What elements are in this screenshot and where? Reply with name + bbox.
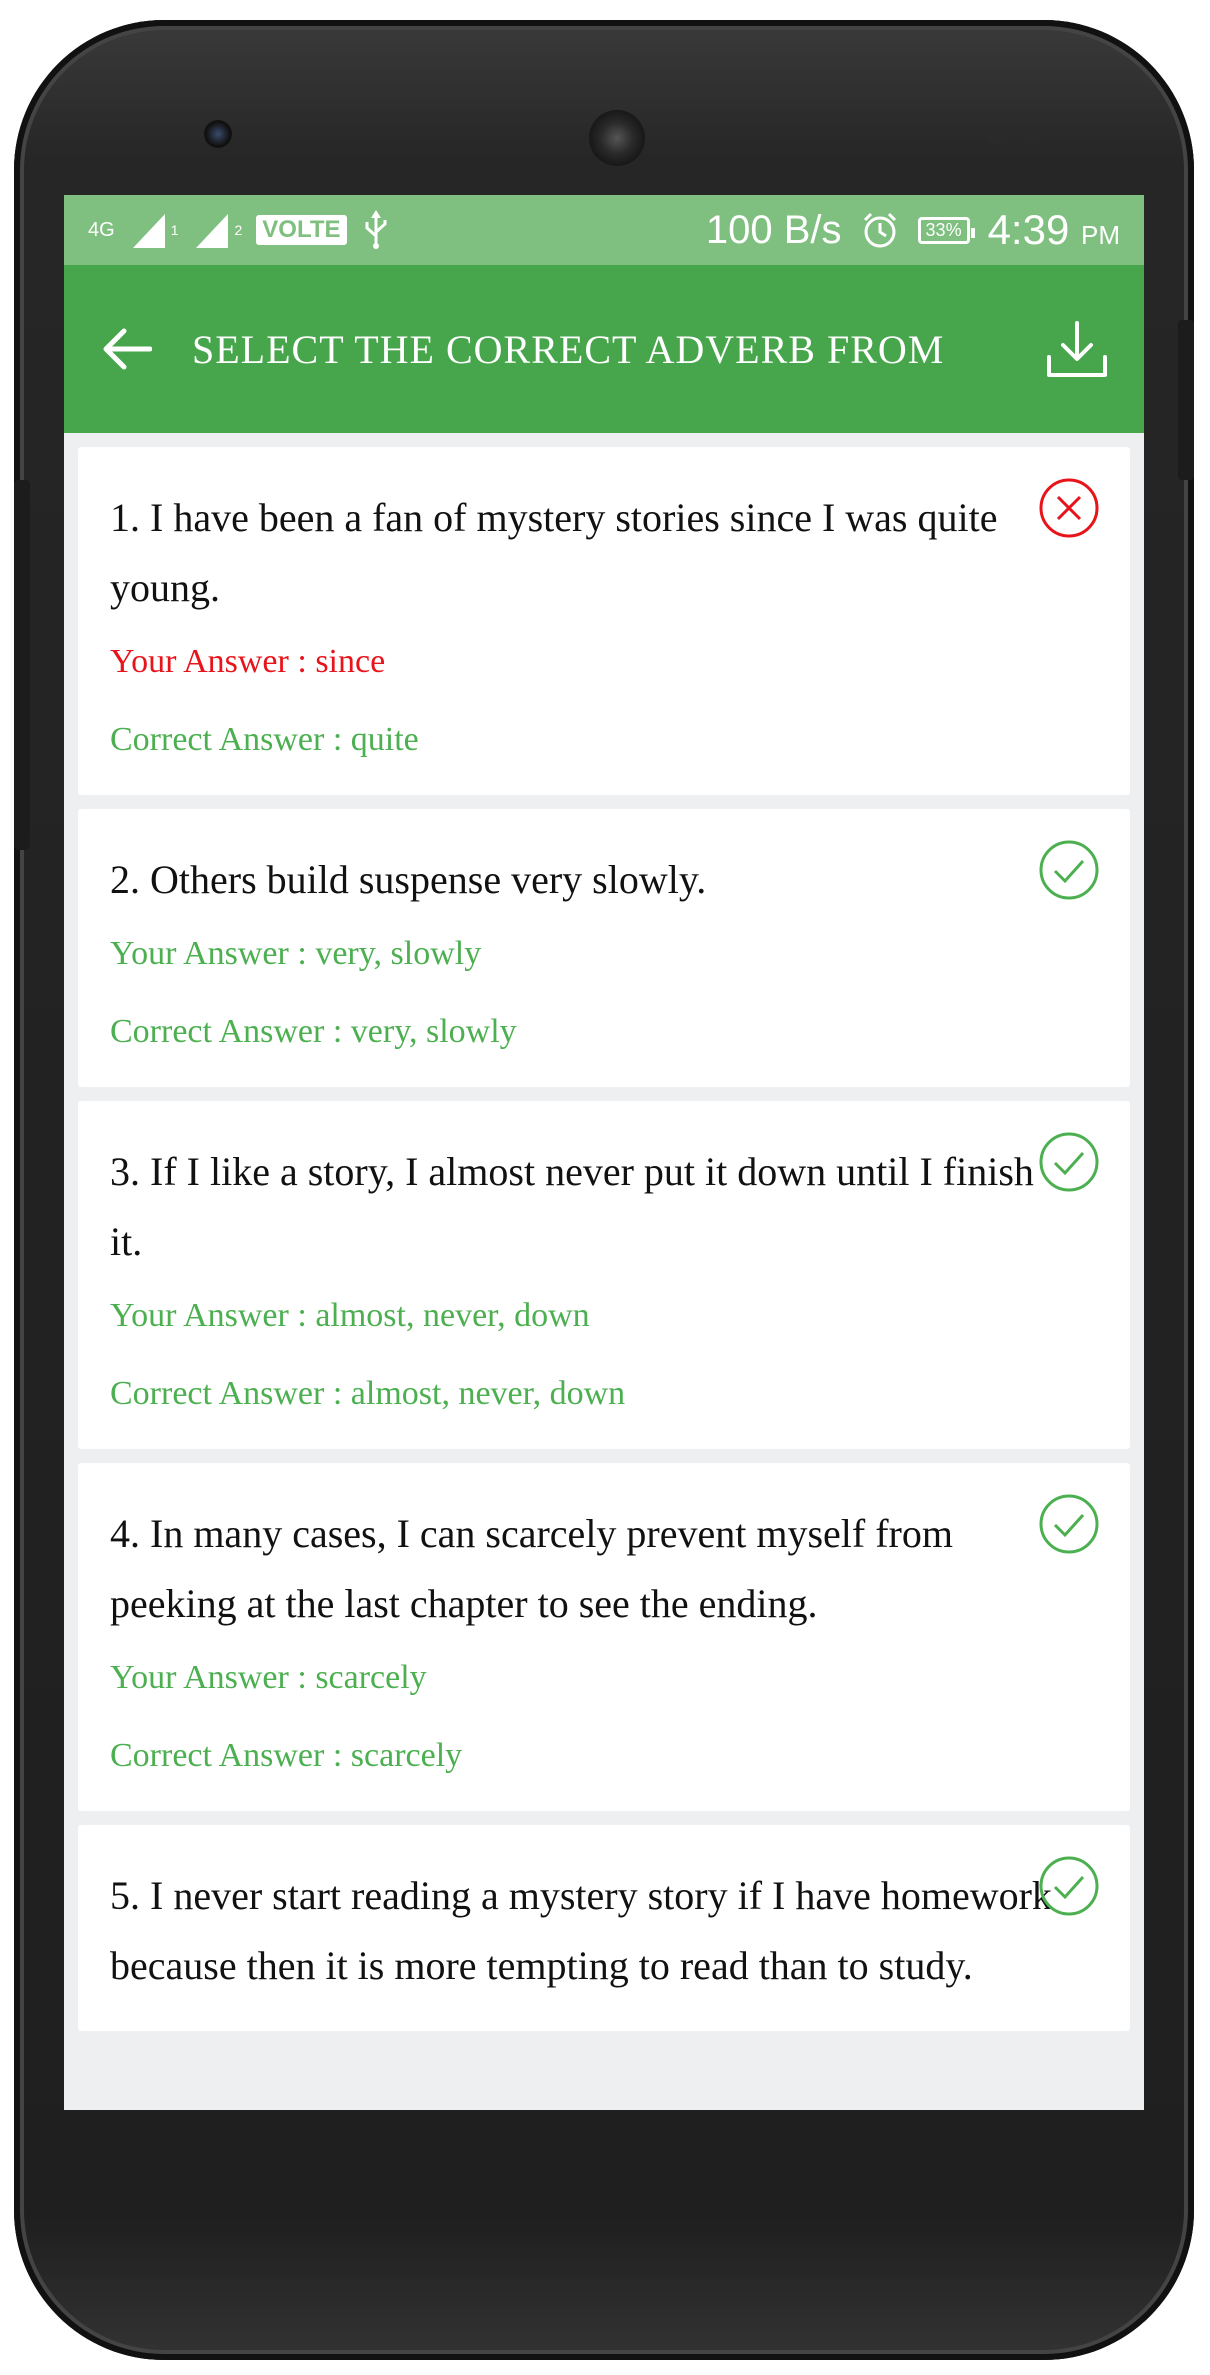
answer-separator: : [288, 643, 316, 680]
correct-answer-value: very, slowly [350, 1013, 517, 1050]
back-button[interactable] [96, 319, 156, 379]
your-answer-label: Your Answer [110, 1659, 289, 1696]
correct-answer-label: Correct Answer [110, 1737, 325, 1774]
front-camera [204, 120, 232, 148]
your-answer-value: very, slowly [315, 935, 482, 972]
proximity-sensor [986, 126, 1004, 144]
clock: 4:39 PM [988, 206, 1120, 254]
question-text: 5. I never start reading a mystery story… [110, 1873, 1052, 1988]
page-title: SELECT THE CORRECT ADVERB FROM [192, 326, 945, 372]
check-circle-icon [1039, 1856, 1099, 1916]
x-circle-icon [1039, 478, 1099, 538]
volume-button [14, 480, 30, 850]
question-text: 2. Others build suspense very slowly. [110, 857, 707, 902]
correct-answer: Correct Answer : very, slowly [110, 1007, 1096, 1057]
your-answer-value: since [315, 643, 386, 680]
correct-answer: Correct Answer : scarcely [110, 1731, 1096, 1781]
answer-separator: : [324, 1013, 351, 1050]
usb-icon [365, 210, 387, 249]
answer-separator: : [324, 1737, 351, 1774]
sim1-label: 1 [170, 222, 179, 238]
download-button[interactable] [1042, 314, 1112, 384]
signal-icon [132, 214, 165, 248]
your-answer: Your Answer : very, slowly [110, 929, 1096, 979]
your-answer: Your Answer : scarcely [110, 1653, 1096, 1703]
your-answer-label: Your Answer [110, 1297, 289, 1334]
correct-answer: Correct Answer : quite [110, 715, 1096, 765]
check-circle-icon [1039, 840, 1099, 900]
question-card-1: 1. I have been a fan of mystery stories … [78, 447, 1130, 795]
correct-answer-value: almost, never, down [350, 1375, 626, 1412]
question-text: 3. If I like a story, I almost never put… [110, 1149, 1034, 1264]
question-card-3: 3. If I like a story, I almost never put… [78, 1101, 1130, 1449]
answer-list: 1. I have been a fan of mystery stories … [64, 433, 1144, 2031]
signal-icon [196, 214, 229, 248]
correct-answer: Correct Answer : almost, never, down [110, 1369, 1096, 1419]
correct-answer-value: scarcely [350, 1737, 463, 1774]
battery-icon: 33% [917, 216, 975, 244]
earpiece-speaker [589, 110, 645, 166]
screen: 4G 1 2 VOLTE 100 B/s 33% 4:39 PM SELECT … [64, 195, 1144, 2110]
check-circle-icon [1039, 1132, 1099, 1192]
alarm-icon [863, 212, 896, 248]
clock-ampm: PM [1081, 220, 1120, 250]
your-answer-label: Your Answer [110, 643, 289, 680]
answer-separator: : [324, 721, 351, 758]
network-speed: 100 B/s [705, 207, 842, 252]
your-answer-label: Your Answer [110, 935, 289, 972]
check-circle-icon [1039, 1494, 1099, 1554]
correct-answer-label: Correct Answer [110, 1013, 325, 1050]
arrow-left-icon [103, 328, 152, 370]
question-text: 1. I have been a fan of mystery stories … [110, 495, 998, 610]
light-sensor [1026, 128, 1038, 140]
download-icon [1047, 321, 1107, 377]
correct-answer-label: Correct Answer [110, 721, 325, 758]
your-answer-value: almost, never, down [315, 1297, 590, 1334]
correct-answer-label: Correct Answer [110, 1375, 325, 1412]
question-card-2: 2. Others build suspense very slowly. Yo… [78, 809, 1130, 1087]
correct-answer-value: quite [350, 721, 419, 758]
volte-badge: VOLTE [256, 215, 347, 245]
question-card-5: 5. I never start reading a mystery story… [78, 1825, 1130, 2031]
your-answer: Your Answer : almost, never, down [110, 1291, 1096, 1341]
power-button [1178, 320, 1194, 480]
status-bar: 4G 1 2 VOLTE 100 B/s 33% 4:39 PM [64, 195, 1144, 265]
clock-time: 4:39 [987, 206, 1070, 253]
answer-separator: : [288, 1297, 316, 1334]
answer-separator: : [288, 935, 316, 972]
your-answer: Your Answer : since [110, 637, 1096, 687]
app-bar: SELECT THE CORRECT ADVERB FROM [64, 265, 1144, 433]
answer-separator: : [288, 1659, 316, 1696]
question-text: 4. In many cases, I can scarcely prevent… [110, 1511, 953, 1626]
sim2-label: 2 [234, 222, 243, 238]
network-type: 4G [88, 219, 115, 241]
question-card-4: 4. In many cases, I can scarcely prevent… [78, 1463, 1130, 1811]
answer-separator: : [324, 1375, 351, 1412]
your-answer-value: scarcely [315, 1659, 427, 1696]
